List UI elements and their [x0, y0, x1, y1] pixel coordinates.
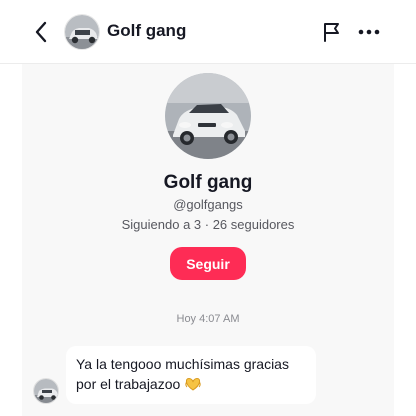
follow-button[interactable]: Seguir	[170, 247, 246, 280]
header-avatar[interactable]	[64, 14, 100, 50]
header-title[interactable]: Golf gang	[107, 21, 186, 41]
side-edge-right	[394, 64, 416, 416]
chat-header: Golf gang	[0, 0, 416, 64]
report-button[interactable]	[320, 20, 344, 44]
profile-avatar[interactable]	[165, 73, 251, 159]
car-photo-icon	[165, 73, 251, 159]
sender-avatar[interactable]	[33, 378, 59, 404]
message-timestamp: Hoy 4:07 AM	[176, 313, 240, 325]
message-line: Ya la tengooo muchísimas gracias	[76, 356, 289, 372]
back-button[interactable]	[30, 20, 52, 44]
message-line-text: por el trabajazoo	[76, 376, 181, 392]
side-edge-left	[0, 64, 22, 416]
car-photo-icon	[65, 15, 99, 49]
message-bubble[interactable]: Ya la tengooo muchísimas gracias por el …	[66, 346, 316, 404]
heart-hands-icon	[184, 376, 202, 397]
message-line: por el trabajazoo	[76, 374, 306, 397]
more-dots-icon	[358, 29, 380, 35]
profile-name[interactable]: Golf gang	[0, 172, 416, 194]
profile-stats: Siguiendo a 3 · 26 seguidores	[121, 217, 295, 232]
flag-icon	[324, 23, 339, 42]
profile-handle: @golfgangs	[173, 197, 243, 212]
chevron-left-icon	[35, 21, 47, 43]
more-options-button[interactable]	[356, 20, 382, 44]
